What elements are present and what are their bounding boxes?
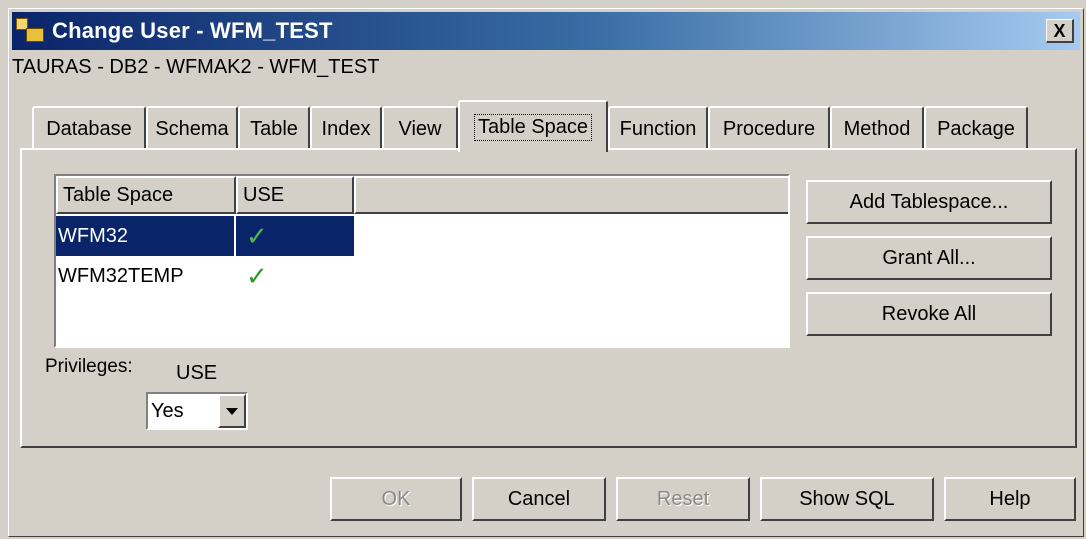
tab-function[interactable]: Function (608, 106, 708, 150)
column-header-table-space[interactable]: Table Space (56, 176, 236, 214)
list-header: Table Space USE (56, 176, 788, 214)
tab-label: Package (937, 117, 1015, 140)
tab-table[interactable]: Table (238, 106, 310, 150)
use-privilege-select[interactable]: Yes (146, 392, 248, 430)
add-tablespace-button[interactable]: Add Tablespace... (806, 180, 1052, 224)
revoke-all-button[interactable]: Revoke All (806, 292, 1052, 336)
tab-label: Table (250, 117, 298, 140)
tablespace-name: WFM32TEMP (58, 264, 184, 287)
tab-label: View (398, 117, 442, 140)
tab-index[interactable]: Index (310, 106, 382, 150)
tab-label: Procedure (722, 117, 816, 140)
tab-label: Function (619, 117, 697, 140)
column-header-use[interactable]: USE (236, 176, 354, 214)
tab-procedure[interactable]: Procedure (708, 106, 830, 150)
tablespace-list[interactable]: Table Space USE WFM32 ✓ WFM32TEMP ✓ (54, 174, 790, 348)
help-button[interactable]: Help (944, 477, 1076, 521)
use-privilege-value: Yes (151, 400, 184, 422)
tab-package[interactable]: Package (924, 106, 1028, 150)
tab-label: Schema (155, 117, 229, 140)
tab-schema[interactable]: Schema (146, 106, 238, 150)
breadcrumb: TAURAS - DB2 - WFMAK2 - WFM_TEST (12, 56, 380, 78)
tab-label: Index (321, 117, 371, 140)
tab-table-space[interactable]: Table Space (458, 100, 608, 152)
cancel-button[interactable]: Cancel (472, 477, 606, 521)
tab-label: Method (843, 117, 911, 140)
check-icon[interactable]: ✓ (236, 216, 354, 256)
window-title: Change User - WFM_TEST (52, 18, 333, 43)
ok-button[interactable]: OK (330, 477, 462, 521)
tab-label: Table Space (473, 113, 593, 141)
reset-button[interactable]: Reset (616, 477, 750, 521)
privileges-label: Privileges: (45, 356, 133, 377)
column-header-empty (354, 176, 788, 214)
show-sql-button[interactable]: Show SQL (760, 477, 934, 521)
check-icon[interactable]: ✓ (236, 256, 354, 296)
tab-label: Database (46, 117, 132, 140)
tab-method[interactable]: Method (830, 106, 924, 150)
title-bar[interactable]: Change User - WFM_TEST X (12, 12, 1080, 50)
close-button[interactable]: X (1046, 19, 1074, 43)
grant-all-button[interactable]: Grant All... (806, 236, 1052, 280)
tab-database[interactable]: Database (32, 106, 146, 150)
tablespace-name: WFM32 (56, 216, 234, 256)
use-privilege-label: USE (176, 362, 218, 384)
dropdown-arrow-icon[interactable] (218, 394, 246, 428)
tab-view[interactable]: View (382, 106, 458, 150)
app-users-icon (14, 16, 48, 46)
